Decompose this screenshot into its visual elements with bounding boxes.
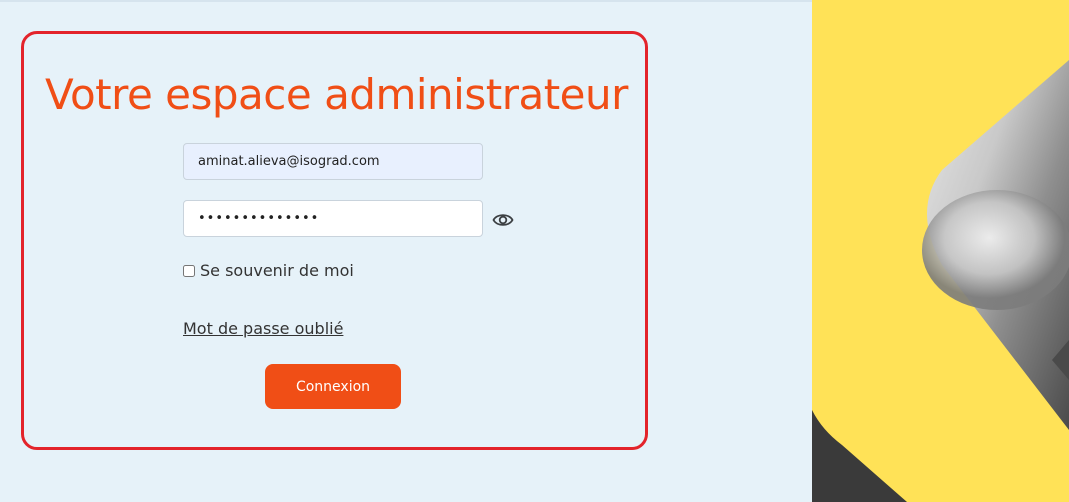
- remember-me-option[interactable]: Se souvenir de moi: [183, 261, 354, 280]
- remember-me-checkbox[interactable]: [183, 264, 195, 277]
- password-field[interactable]: [183, 200, 483, 237]
- eye-icon: [492, 214, 514, 226]
- brand-visual: [812, 0, 1069, 502]
- top-divider: [0, 0, 812, 2]
- remember-me-label: Se souvenir de moi: [200, 261, 354, 280]
- show-password-toggle[interactable]: [491, 209, 515, 231]
- forgot-password-link[interactable]: Mot de passe oublié: [183, 319, 343, 338]
- login-button[interactable]: Connexion: [265, 364, 401, 409]
- email-field[interactable]: [183, 143, 483, 180]
- page-title: Votre espace administrateur: [45, 70, 628, 119]
- brand-graphic: [812, 0, 1069, 502]
